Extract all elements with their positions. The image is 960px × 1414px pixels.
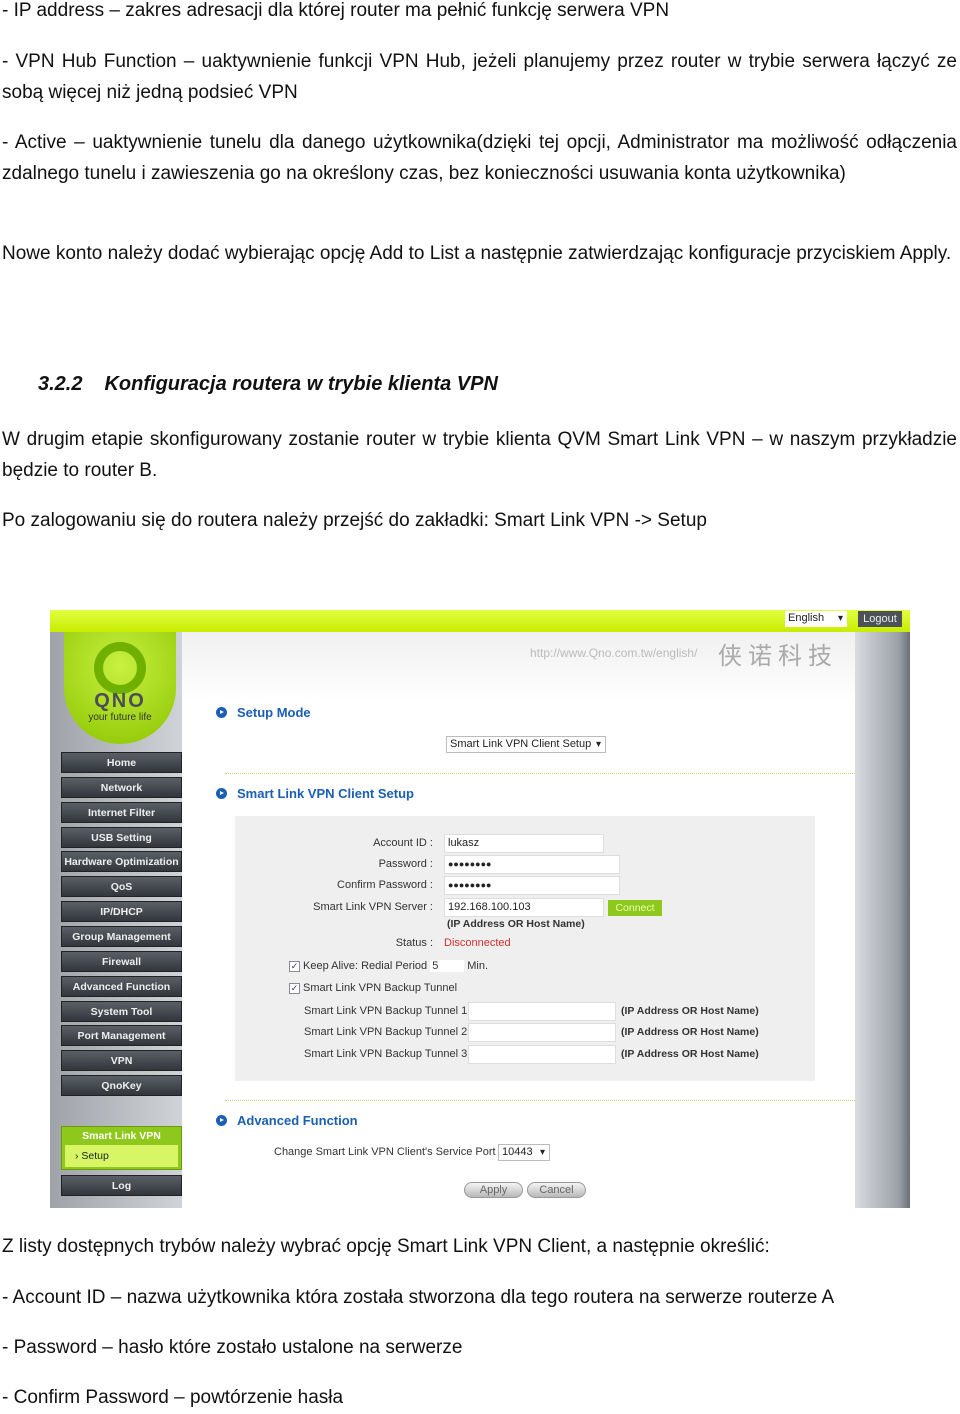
confirm-password-input[interactable]: ●●●●●●●● [444,876,620,895]
brand-chinese: 侠诺科技 [718,642,838,670]
paragraph-password: - Password – hasło które zostało ustalon… [2,1337,463,1358]
keep-alive-label: Keep Alive: Redial Period [303,960,428,972]
paragraph-vpn-hub: - VPN Hub Function – uaktywnienie funkcj… [2,51,957,103]
router-screenshot: English Logout http://www.Qno.com.tw/eng… [50,608,910,1208]
logo-text: QNO [94,690,146,712]
sidebar-subitem-setup[interactable]: › Setup [65,1145,178,1167]
backup-tunnel-checkbox[interactable]: ✓ [289,983,300,994]
backup-tunnel-input[interactable] [468,1044,616,1064]
right-decoration [855,632,910,1208]
top-bar [50,610,910,632]
account-id-input[interactable]: lukasz [444,834,604,853]
bullet-icon [216,788,227,799]
sidebar-item-firewall[interactable]: Firewall [61,950,182,972]
backup-tunnel-host-note: (IP Address OR Host Name) [621,1026,759,1039]
cancel-button[interactable]: Cancel [527,1182,586,1198]
sidebar-item-usb-setting[interactable]: USB Setting [61,826,182,848]
sidebar-item-group-management[interactable]: Group Management [61,925,182,947]
sidebar-item-qnokey[interactable]: QnoKey [61,1075,182,1097]
divider [225,773,855,774]
backup-tunnel-label: Smart Link VPN Backup Tunnel 1 : [304,1005,474,1017]
server-host-note: (IP Address OR Host Name) [447,918,585,930]
backup-tunnel-label: Smart Link VPN Backup Tunnel [303,982,458,994]
sidebar-item-qos[interactable]: QoS [61,876,182,898]
divider [225,1100,855,1101]
paragraph-choose-mode: Z listy dostępnych trybów należy wybrać … [2,1236,770,1257]
connect-button[interactable]: Connect [608,900,662,916]
status-value: Disconnected [444,937,511,949]
sidebar-item-log[interactable]: Log [61,1175,182,1196]
sidebar-item-network[interactable]: Network [61,776,182,798]
backup-tunnel-host-note: (IP Address OR Host Name) [621,1005,759,1017]
sidebar-item-system-tool[interactable]: System Tool [61,1000,182,1022]
paragraph-confirm-password: - Confirm Password – powtórzenie hasła [2,1387,344,1408]
sidebar: QNO your future life Home Network Internet… [50,632,182,1208]
title-text: Advanced Function [237,1113,358,1128]
bullet-icon [216,707,227,718]
server-input[interactable]: 192.168.100.103 [444,898,604,917]
keep-alive-row: ✓ Keep Alive: Redial Period 5 Min. [289,960,488,972]
service-port-select[interactable]: 10443 [498,1144,550,1161]
heading-number: 3.2.2 [38,373,83,395]
status-label: Status : [395,937,433,949]
title-text: Setup Mode [237,705,311,720]
apply-button[interactable]: Apply [464,1182,523,1198]
paragraph-account-id: - Account ID – nazwa użytkownika która z… [2,1287,835,1308]
password-input[interactable]: ●●●●●●●● [444,855,620,874]
sidebar-item-vpn[interactable]: VPN [61,1050,182,1072]
paragraph-active: - Active – uaktywnienie tunelu dla daneg… [2,132,957,184]
logo-q-icon [94,642,146,694]
advanced-function-title: Advanced Function [216,1113,358,1128]
backup-tunnel-input[interactable] [468,1023,616,1043]
password-label: Password : [378,858,433,870]
backup-tunnel-label: Smart Link VPN Backup Tunnel 2 : [304,1026,474,1039]
paragraph-client-mode: W drugim etapie skonfigurowany zostanie … [2,429,957,481]
nav-active-label: Smart Link VPN [82,1130,161,1142]
sidebar-item-ip-dhcp[interactable]: IP/DHCP [61,901,182,923]
confirm-password-label: Confirm Password : [337,879,433,891]
setup-mode-title: Setup Mode [216,705,311,720]
website-url: http://www.Qno.com.tw/english/ [530,646,698,660]
backup-tunnel-row: ✓ Smart Link VPN Backup Tunnel [289,982,457,994]
qno-logo: QNO your future life [64,632,176,744]
redial-unit: Min. [467,960,489,972]
paragraph-navigate: Po zalogowaniu się do routera należy prz… [2,510,707,531]
logo-tagline: your future life [88,712,152,723]
redial-period-input[interactable]: 5 [430,960,465,972]
logout-button[interactable]: Logout [858,611,902,627]
sidebar-item-hardware-optimization[interactable]: Hardware Optimization [61,851,182,873]
sidebar-item-internet-filter[interactable]: Internet Filter [61,801,182,823]
nav-sub-label: Setup [81,1150,109,1162]
client-setup-title: Smart Link VPN Client Setup [216,786,414,801]
heading-title: Konfiguracja routera w trybie klienta VP… [104,373,498,395]
sidebar-item-port-management[interactable]: Port Management [61,1025,182,1047]
sidebar-item-smart-link-vpn[interactable]: Smart Link VPN › Setup [61,1126,182,1170]
paragraph-add-to-list: Nowe konto należy dodać wybierając opcję… [2,243,952,264]
sidebar-item-home[interactable]: Home [61,752,182,773]
bullet-icon [216,1115,227,1126]
keep-alive-checkbox[interactable]: ✓ [289,961,300,972]
server-label: Smart Link VPN Server : [313,901,433,913]
account-id-label: Account ID : [373,837,433,849]
backup-tunnel-host-note: (IP Address OR Host Name) [621,1047,759,1060]
sidebar-item-advanced-function[interactable]: Advanced Function [61,975,182,997]
section-heading: 3.2.2 Konfiguracja routera w trybie klien… [38,373,520,396]
paragraph-ip-address: - IP address – zakres adresacji dla któr… [2,0,670,21]
backup-tunnel-input[interactable] [468,1002,616,1021]
title-text: Smart Link VPN Client Setup [237,786,414,801]
language-select[interactable]: English [785,611,847,627]
backup-tunnel-label: Smart Link VPN Backup Tunnel 3 : [304,1047,474,1060]
service-port-label: Change Smart Link VPN Client's Service P… [274,1146,502,1158]
setup-mode-select[interactable]: Smart Link VPN Client Setup [446,736,606,753]
